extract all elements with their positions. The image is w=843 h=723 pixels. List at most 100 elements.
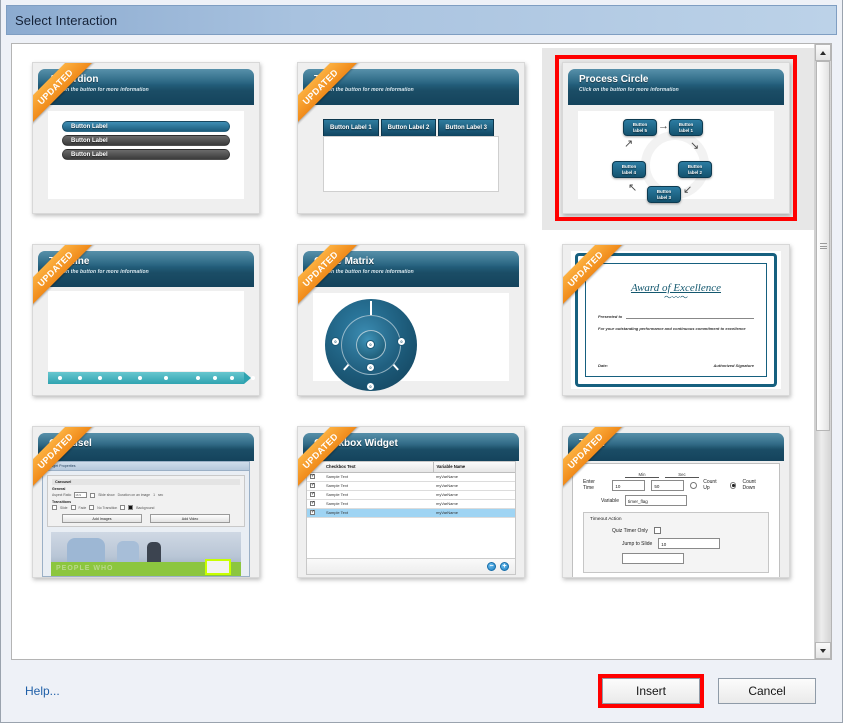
timeline-dot[interactable] bbox=[164, 376, 168, 380]
matrix-node-left[interactable]: 0 bbox=[331, 337, 340, 346]
table-row[interactable]: Sample Text myVarName bbox=[307, 481, 515, 490]
checkbox-icon[interactable] bbox=[310, 474, 315, 479]
interaction-card-timer[interactable]: UPDATED Timer Min Sec bbox=[562, 426, 790, 578]
row-variable[interactable]: myVarName bbox=[433, 499, 515, 508]
row-variable[interactable]: myVarName bbox=[433, 508, 515, 517]
row-variable[interactable]: myVarName bbox=[433, 472, 515, 481]
tab-3[interactable]: Button Label 3 bbox=[438, 119, 494, 136]
row-text[interactable]: Sample Text bbox=[323, 490, 433, 499]
row-checkbox[interactable] bbox=[307, 490, 323, 499]
interaction-card-tabs[interactable]: UPDATED Tabs Click on the button for mor… bbox=[297, 62, 525, 214]
timeline-dot[interactable] bbox=[78, 376, 82, 380]
process-node-1[interactable]: Button label 1 bbox=[669, 119, 703, 136]
insert-button[interactable]: Insert bbox=[602, 678, 700, 704]
duration-value[interactable]: 1 bbox=[153, 493, 155, 497]
process-node-2[interactable]: Button label 2 bbox=[678, 161, 712, 178]
process-node-4-line2: label 4 bbox=[622, 170, 636, 176]
interaction-card-accordion[interactable]: UPDATED Accordion Click on the button fo… bbox=[32, 62, 260, 214]
timeline-dot[interactable] bbox=[213, 376, 217, 380]
timeline-dot[interactable] bbox=[118, 376, 122, 380]
add-images-button[interactable]: Add Images bbox=[62, 514, 142, 523]
card-subtitle: Click on the button for more information bbox=[314, 268, 519, 277]
checkbox-icon[interactable] bbox=[310, 492, 315, 497]
interaction-card-certificate[interactable]: UPDATED Award of Excellence 〜〰〜 Presente… bbox=[562, 244, 790, 396]
scroll-up-button[interactable] bbox=[815, 44, 831, 61]
card-body: Button label 5 Button label 1 bbox=[568, 105, 784, 205]
process-node-2-line2: label 2 bbox=[688, 170, 702, 176]
scrollbar-thumb[interactable] bbox=[816, 61, 830, 431]
row-text[interactable]: Sample Text bbox=[323, 481, 433, 490]
process-node-5[interactable]: Button label 5 bbox=[623, 119, 657, 136]
accordion-button-1[interactable]: Button Label bbox=[62, 121, 230, 132]
row-variable[interactable]: myVarName bbox=[433, 481, 515, 490]
matrix-node-right[interactable]: 0 bbox=[397, 337, 406, 346]
seconds-input[interactable]: 50 bbox=[651, 480, 684, 491]
transition-slide-radio[interactable] bbox=[52, 505, 57, 510]
matrix-node-inner-bottom[interactable]: 0 bbox=[366, 363, 375, 372]
tab-1[interactable]: Button Label 1 bbox=[323, 119, 379, 136]
row-text[interactable]: Sample Text bbox=[323, 508, 433, 517]
table-row-selected[interactable]: Sample Text myVarName bbox=[307, 508, 515, 517]
scrollbar-track[interactable] bbox=[815, 61, 831, 642]
row-text[interactable]: Sample Text bbox=[323, 499, 433, 508]
extra-field-row bbox=[622, 553, 762, 564]
row-checkbox[interactable] bbox=[307, 481, 323, 490]
row-variable[interactable]: myVarName bbox=[433, 490, 515, 499]
accordion-button-3[interactable]: Button Label bbox=[62, 149, 230, 160]
timeline-dot[interactable] bbox=[230, 376, 234, 380]
checkbox-icon[interactable] bbox=[310, 483, 315, 488]
row-checkbox[interactable] bbox=[307, 508, 323, 517]
timeline-dot[interactable] bbox=[196, 376, 200, 380]
timeline-bar[interactable] bbox=[48, 372, 244, 384]
interaction-grid: UPDATED Accordion Click on the button fo… bbox=[12, 44, 814, 594]
card-body: Award of Excellence 〜〰〜 Presented to For… bbox=[571, 251, 781, 389]
slide-show-checkbox[interactable] bbox=[90, 493, 95, 498]
count-down-radio[interactable] bbox=[730, 482, 737, 489]
remove-row-button[interactable]: − bbox=[487, 562, 496, 571]
timeline-dot[interactable] bbox=[58, 376, 62, 380]
jump-to-slide-input[interactable]: 10 bbox=[658, 538, 720, 549]
interaction-card-timeline[interactable]: UPDATED Timeline Click on the button for… bbox=[32, 244, 260, 396]
variable-input[interactable]: timer_flag bbox=[625, 495, 687, 506]
process-node-4[interactable]: Button label 4 bbox=[612, 161, 646, 178]
timeline-dot[interactable] bbox=[138, 376, 142, 380]
extra-field-input[interactable] bbox=[622, 553, 684, 564]
accordion-button-2[interactable]: Button Label bbox=[62, 135, 230, 146]
row-checkbox[interactable] bbox=[307, 499, 323, 508]
interaction-card-process-circle[interactable]: Process Circle Click on the button for m… bbox=[562, 62, 790, 214]
matrix-node-center[interactable]: 0 bbox=[366, 340, 375, 349]
tab-2[interactable]: Button Label 2 bbox=[381, 119, 437, 136]
add-video-button[interactable]: Add Video bbox=[150, 514, 230, 523]
table-row[interactable]: Sample Text myVarName bbox=[307, 472, 515, 481]
interaction-card-carousel[interactable]: UPDATED Carousel Widget Properties Carou… bbox=[32, 426, 260, 578]
card-body: Widget Properties Carousel General Aspec… bbox=[38, 461, 254, 577]
checkbox-icon[interactable] bbox=[310, 510, 315, 515]
background-checkbox[interactable] bbox=[120, 505, 125, 510]
timeline-dot[interactable] bbox=[251, 376, 255, 380]
table-row[interactable]: Sample Text myVarName bbox=[307, 499, 515, 508]
help-link[interactable]: Help... bbox=[25, 684, 60, 698]
transition-fade-radio[interactable] bbox=[71, 505, 76, 510]
count-up-radio[interactable] bbox=[690, 482, 697, 489]
minutes-input[interactable]: 10 bbox=[612, 480, 645, 491]
matrix-node-outer-bottom[interactable]: 0 bbox=[366, 382, 375, 391]
add-row-button[interactable]: + bbox=[500, 562, 509, 571]
process-node-3[interactable]: Button label 3 bbox=[647, 186, 681, 203]
column-header-variable-name: Variable Name bbox=[433, 462, 515, 472]
background-color-swatch[interactable] bbox=[128, 505, 133, 510]
interaction-card-checkbox-widget[interactable]: UPDATED Checkbox Widget bbox=[297, 426, 525, 578]
carousel-properties-panel: Carousel General Aspect Ratio 16:9 Slide… bbox=[47, 475, 245, 527]
quiz-timer-only-checkbox[interactable] bbox=[654, 527, 661, 534]
row-text[interactable]: Sample Text bbox=[323, 472, 433, 481]
photo-selected-thumbnail[interactable] bbox=[205, 559, 231, 575]
interaction-card-circle-matrix[interactable]: UPDATED Circle Matrix Click on the butto… bbox=[297, 244, 525, 396]
gallery-scrollbar[interactable] bbox=[814, 44, 831, 659]
timeline-dot[interactable] bbox=[98, 376, 102, 380]
process-arrow-bottom-right: ↙ bbox=[683, 185, 692, 196]
scroll-down-button[interactable] bbox=[815, 642, 831, 659]
transition-none-radio[interactable] bbox=[89, 505, 94, 510]
aspect-ratio-select[interactable]: 16:9 bbox=[74, 492, 87, 498]
checkbox-icon[interactable] bbox=[310, 501, 315, 506]
cancel-button[interactable]: Cancel bbox=[718, 678, 816, 704]
table-row[interactable]: Sample Text myVarName bbox=[307, 490, 515, 499]
